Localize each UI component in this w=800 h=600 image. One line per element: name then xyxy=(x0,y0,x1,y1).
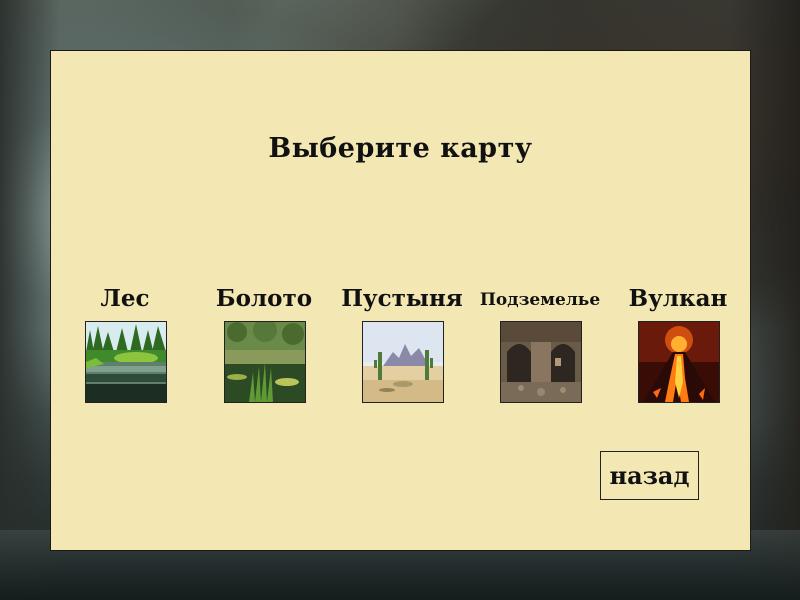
map-desert-button[interactable] xyxy=(362,321,444,403)
map-label-forest: Лес xyxy=(100,285,150,312)
swamp-image xyxy=(225,322,305,402)
map-select-panel: Выберите карту Лес Болото Пустыня Подзем… xyxy=(50,50,751,551)
dungeon-ruins-image xyxy=(501,322,581,402)
map-label-dungeon: Подземелье xyxy=(479,290,601,310)
map-label-volcano: Вулкан xyxy=(628,285,728,312)
forest-lake-image xyxy=(86,322,166,402)
volcano-eruption-image xyxy=(639,322,719,402)
map-forest-button[interactable] xyxy=(85,321,167,403)
map-label-swamp: Болото xyxy=(215,285,313,312)
desert-cactus-image xyxy=(363,322,443,402)
screen-title: Выберите карту xyxy=(268,133,533,164)
map-swamp-button[interactable] xyxy=(224,321,306,403)
map-dungeon-button[interactable] xyxy=(500,321,582,403)
map-label-desert: Пустыня xyxy=(341,285,463,312)
map-volcano-button[interactable] xyxy=(638,321,720,403)
back-button[interactable]: назад xyxy=(600,451,699,500)
